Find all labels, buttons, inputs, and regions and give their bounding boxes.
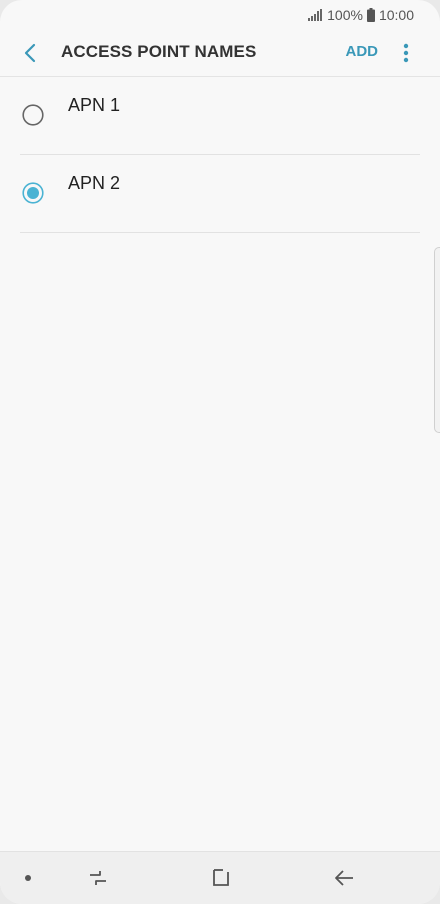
back-button[interactable] [16,39,44,67]
status-time: 10:00 [378,7,414,23]
home-icon [213,869,229,886]
page-title: ACCESS POINT NAMES [61,42,257,61]
more-vert-icon [403,43,409,63]
recent-apps-icon [90,871,106,885]
battery-icon [366,8,375,22]
back-arrow-icon [24,43,36,63]
recent-apps-button[interactable] [85,865,111,891]
nav-back-button[interactable] [331,865,357,891]
back-icon [335,870,353,886]
signal-icon [308,9,323,21]
home-button[interactable] [208,865,234,891]
nav-dot-icon[interactable] [25,875,31,881]
battery-percentage: 100% [327,7,363,23]
phone-screen: 100% 10:00 ACCESS POINT NAMES ADD APN 1 … [0,0,440,904]
edge-panel-handle[interactable] [434,247,440,433]
more-options-button[interactable] [394,40,418,66]
app-bar: ACCESS POINT NAMES ADD [0,30,440,77]
radio-unselected-icon[interactable] [22,104,44,126]
apn-label: APN 2 [68,173,121,193]
radio-selected-icon[interactable] [22,182,44,204]
apn-list: APN 1 APN 2 [20,77,420,233]
apn-item-2[interactable]: APN 2 [20,155,420,233]
apn-item-1[interactable]: APN 1 [20,77,420,155]
add-button[interactable]: ADD [346,43,379,60]
status-bar: 100% 10:00 [0,0,440,30]
navigation-bar [0,851,440,904]
apn-label: APN 1 [68,95,121,115]
